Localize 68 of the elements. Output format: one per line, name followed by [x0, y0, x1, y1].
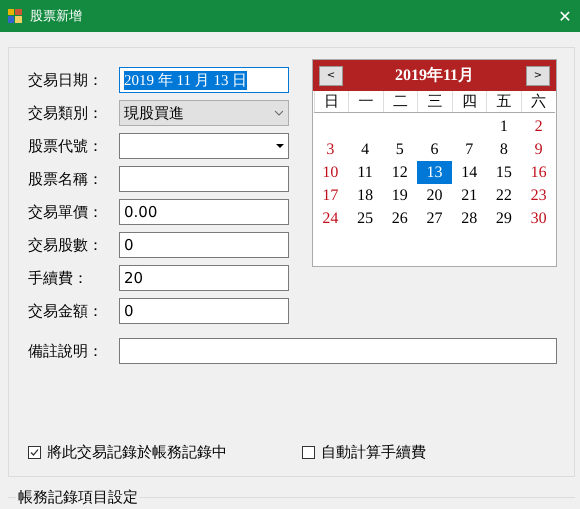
weekday-header: 一 — [348, 91, 383, 112]
calendar-day[interactable]: 15 — [486, 161, 522, 184]
calendar-day[interactable]: 9 — [521, 138, 556, 161]
code-dropdown[interactable] — [119, 133, 289, 159]
calendar-day[interactable]: 11 — [348, 161, 382, 184]
weekday-header: 日 — [314, 91, 348, 112]
checkbox-option[interactable]: 自動計算手續費 — [302, 443, 426, 462]
field-label: 交易類別： — [28, 104, 104, 122]
input-field[interactable]: 0 — [119, 232, 289, 258]
field-label: 交易股數： — [28, 236, 104, 254]
calendar-day[interactable]: 4 — [348, 138, 382, 161]
remarks-field[interactable] — [119, 338, 557, 364]
close-button[interactable]: ✕ — [550, 6, 580, 26]
calendar-day[interactable]: 17 — [313, 184, 348, 207]
field-label: 備註說明： — [28, 342, 104, 360]
calendar-day[interactable]: 19 — [382, 184, 418, 207]
calendar-day[interactable]: 24 — [313, 207, 348, 230]
type-combo[interactable]: 現股買進 — [119, 100, 289, 126]
calendar-day[interactable]: 2 — [521, 115, 556, 138]
window-title: 股票新增 — [30, 8, 83, 25]
next-month-button[interactable]: > — [526, 66, 550, 86]
calendar-day[interactable]: 26 — [382, 207, 418, 230]
input-field[interactable]: 0.00 — [119, 199, 289, 225]
checkbox[interactable] — [28, 446, 41, 459]
caret-down-icon — [276, 144, 284, 148]
field-label: 股票名稱： — [28, 170, 104, 188]
field-label: 交易金額： — [28, 302, 104, 320]
calendar-day[interactable]: 1 — [486, 115, 522, 138]
calendar-day[interactable]: 7 — [452, 138, 487, 161]
calendar-day[interactable]: 12 — [382, 161, 418, 184]
calendar-day[interactable]: 3 — [313, 138, 348, 161]
calendar-day[interactable]: 10 — [313, 161, 348, 184]
calendar-day[interactable]: 16 — [521, 161, 556, 184]
weekday-header: 二 — [382, 91, 418, 112]
input-field[interactable]: 20 — [119, 265, 289, 291]
calendar-day[interactable]: 29 — [486, 207, 522, 230]
field-label: 交易日期： — [28, 70, 104, 90]
checkbox-option[interactable]: 將此交易記錄於帳務記錄中 — [28, 443, 227, 462]
calendar-day[interactable]: 8 — [486, 138, 522, 161]
month-title: 2019年11月 — [394, 66, 474, 86]
window-icon — [8, 9, 22, 23]
calendar-day[interactable]: 25 — [348, 207, 382, 230]
chevron-down-icon — [274, 110, 284, 116]
calendar-day[interactable]: 28 — [452, 207, 487, 230]
weekday-header: 三 — [417, 91, 452, 112]
date-field[interactable]: 2019 年 11 月 13 日 — [119, 67, 289, 93]
calendar-day[interactable]: 5 — [382, 138, 418, 161]
calendar-day[interactable]: 21 — [452, 184, 487, 207]
group-title: 帳務記錄項目設定 — [16, 488, 140, 506]
calendar-day[interactable]: 18 — [348, 184, 382, 207]
input-field[interactable]: 0 — [119, 298, 289, 324]
weekday-header: 六 — [520, 91, 555, 112]
calendar-day[interactable]: 6 — [417, 138, 452, 161]
field-label: 股票代號： — [28, 136, 104, 156]
field-label: 手續費： — [28, 268, 89, 288]
weekday-header: 五 — [486, 91, 521, 112]
calendar-day[interactable]: 30 — [521, 207, 556, 230]
calendar-day[interactable]: 23 — [521, 184, 556, 207]
field-label: 交易單價： — [28, 202, 104, 222]
calendar-day[interactable]: 27 — [417, 207, 452, 230]
weekday-header: 四 — [452, 91, 486, 112]
input-field[interactable] — [119, 166, 289, 192]
calendar-day[interactable]: 14 — [452, 161, 487, 184]
calendar-day[interactable]: 22 — [486, 184, 522, 207]
calendar-day[interactable]: 20 — [417, 184, 452, 207]
prev-month-button[interactable]: < — [319, 66, 343, 86]
calendar-day[interactable]: 13 — [417, 161, 452, 184]
checkbox[interactable] — [302, 446, 315, 459]
